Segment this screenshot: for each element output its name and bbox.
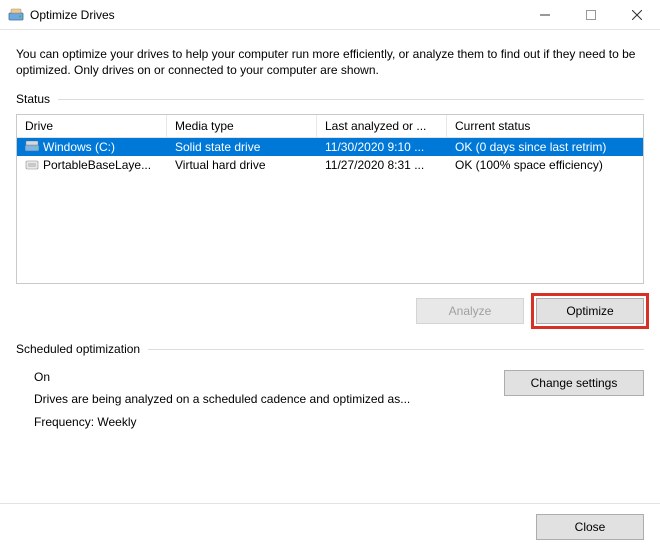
schedule-text: On Drives are being analyzed on a schedu… bbox=[34, 368, 490, 432]
status-actions: Analyze Optimize bbox=[16, 298, 644, 324]
window-title: Optimize Drives bbox=[30, 8, 115, 22]
schedule-group-label: Scheduled optimization bbox=[16, 342, 644, 356]
schedule-frequency-value: Weekly bbox=[97, 415, 136, 429]
drive-list-header: Drive Media type Last analyzed or ... Cu… bbox=[17, 115, 643, 138]
cell-last: 11/30/2020 9:10 ... bbox=[317, 139, 447, 155]
close-window-button[interactable] bbox=[614, 0, 660, 29]
close-button[interactable]: Close bbox=[536, 514, 644, 540]
table-row[interactable]: PortableBaseLaye... Virtual hard drive 1… bbox=[17, 156, 643, 174]
table-row[interactable]: Windows (C:) Solid state drive 11/30/202… bbox=[17, 138, 643, 156]
schedule-body: On Drives are being analyzed on a schedu… bbox=[16, 364, 644, 432]
drive-icon bbox=[25, 159, 39, 171]
cell-status: OK (100% space efficiency) bbox=[447, 157, 643, 173]
schedule-desc: Drives are being analyzed on a scheduled… bbox=[34, 390, 490, 409]
cell-drive: Windows (C:) bbox=[43, 140, 115, 154]
optimize-button[interactable]: Optimize bbox=[536, 298, 644, 324]
maximize-button[interactable] bbox=[568, 0, 614, 29]
content-area: You can optimize your drives to help you… bbox=[0, 30, 660, 503]
divider bbox=[148, 349, 644, 350]
app-icon bbox=[8, 7, 24, 23]
schedule-state: On bbox=[34, 368, 490, 387]
col-status[interactable]: Current status bbox=[447, 115, 643, 137]
cell-status: OK (0 days since last retrim) bbox=[447, 139, 643, 155]
cell-last: 11/27/2020 8:31 ... bbox=[317, 157, 447, 173]
footer: Close bbox=[0, 503, 660, 552]
intro-text: You can optimize your drives to help you… bbox=[16, 46, 644, 78]
drive-list[interactable]: Drive Media type Last analyzed or ... Cu… bbox=[16, 114, 644, 284]
col-drive[interactable]: Drive bbox=[17, 115, 167, 137]
schedule-frequency-label: Frequency: bbox=[34, 415, 94, 429]
cell-media: Solid state drive bbox=[167, 139, 317, 155]
cell-drive: PortableBaseLaye... bbox=[43, 158, 151, 172]
schedule-frequency: Frequency: Weekly bbox=[34, 413, 490, 432]
status-label-text: Status bbox=[16, 92, 50, 106]
schedule-button-col: Change settings bbox=[504, 368, 644, 432]
analyze-button[interactable]: Analyze bbox=[416, 298, 524, 324]
divider bbox=[58, 99, 644, 100]
change-settings-button[interactable]: Change settings bbox=[504, 370, 644, 396]
schedule-label-text: Scheduled optimization bbox=[16, 342, 140, 356]
window-root: Optimize Drives You can optimize your dr… bbox=[0, 0, 660, 552]
drive-icon bbox=[25, 141, 39, 153]
col-media[interactable]: Media type bbox=[167, 115, 317, 137]
minimize-button[interactable] bbox=[522, 0, 568, 29]
status-group-label: Status bbox=[16, 92, 644, 106]
cell-media: Virtual hard drive bbox=[167, 157, 317, 173]
titlebar: Optimize Drives bbox=[0, 0, 660, 30]
window-controls bbox=[522, 0, 660, 29]
col-last[interactable]: Last analyzed or ... bbox=[317, 115, 447, 137]
